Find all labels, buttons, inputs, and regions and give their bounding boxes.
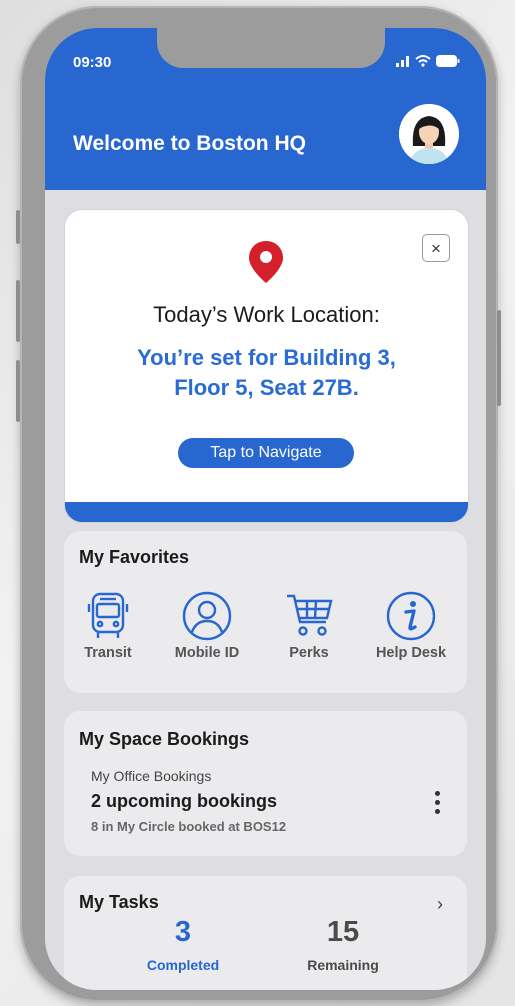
favorite-label: Mobile ID: [174, 645, 240, 661]
work-location-card: × Today’s Work Location: You’re set for …: [64, 209, 469, 523]
favorites-panel: My Favorites Transit Mobile ID Perks Hel…: [64, 531, 467, 693]
tasks-remaining-count: 15: [326, 916, 360, 948]
favorites-title: My Favorites: [79, 547, 190, 567]
side-button: [16, 360, 20, 422]
avatar-portrait-icon: [399, 104, 459, 164]
more-options-icon[interactable]: [429, 791, 445, 821]
location-detail-line1: You’re set for Building 3,: [137, 345, 396, 370]
app-screen: 09:30 Welcome to Boston HQ × Today’s Wor…: [45, 28, 486, 990]
tasks-remaining-label: Remaining: [307, 957, 379, 973]
bus-icon: [87, 592, 129, 638]
favorite-label: Perks: [289, 645, 329, 661]
cart-icon: [287, 594, 333, 636]
wifi-icon: [415, 55, 431, 67]
location-detail: You’re set for Building 3, Floor 5, Seat…: [95, 343, 438, 403]
tasks-completed-label: Completed: [146, 957, 220, 973]
battery-icon: [436, 55, 460, 67]
card-footer-bar: [65, 502, 468, 522]
navigate-button[interactable]: Tap to Navigate: [178, 438, 354, 468]
tasks-title: My Tasks: [79, 892, 159, 912]
side-button: [16, 210, 20, 244]
user-icon: [182, 591, 232, 641]
favorite-mobile-id[interactable]: Mobile ID: [157, 591, 257, 661]
side-button: [497, 310, 501, 406]
favorite-help-desk[interactable]: Help Desk: [361, 591, 461, 661]
info-icon: [386, 591, 436, 641]
location-title: Today’s Work Location:: [153, 302, 380, 327]
location-detail-line2: Floor 5, Seat 27B.: [174, 375, 359, 400]
page-title: Welcome to Boston HQ: [73, 132, 306, 155]
favorite-perks[interactable]: Perks: [259, 591, 359, 661]
side-button: [16, 280, 20, 342]
bookings-summary: 2 upcoming bookings: [91, 791, 278, 811]
favorite-transit[interactable]: Transit: [58, 591, 158, 661]
chevron-right-icon[interactable]: ›: [437, 894, 443, 915]
tasks-panel[interactable]: My Tasks › 3 Completed 15 Remaining: [64, 876, 467, 990]
close-button[interactable]: ×: [422, 234, 450, 262]
notch: [157, 28, 385, 68]
bookings-title: My Space Bookings: [79, 729, 250, 749]
app-header: 09:30 Welcome to Boston HQ: [45, 28, 486, 190]
bookings-note: 8 in My Circle booked at BOS12: [91, 819, 287, 834]
favorite-label: Help Desk: [375, 645, 447, 661]
tasks-completed-count: 3: [174, 916, 192, 948]
map-pin-icon: [249, 241, 283, 283]
signal-icon: [396, 55, 409, 67]
avatar[interactable]: [399, 104, 459, 164]
status-icons: [396, 55, 460, 67]
status-time: 09:30: [73, 54, 112, 71]
close-icon: ×: [431, 238, 441, 258]
bookings-subtitle: My Office Bookings: [91, 768, 212, 784]
favorite-label: Transit: [84, 645, 132, 661]
bookings-panel[interactable]: My Space Bookings My Office Bookings 2 u…: [64, 711, 467, 856]
